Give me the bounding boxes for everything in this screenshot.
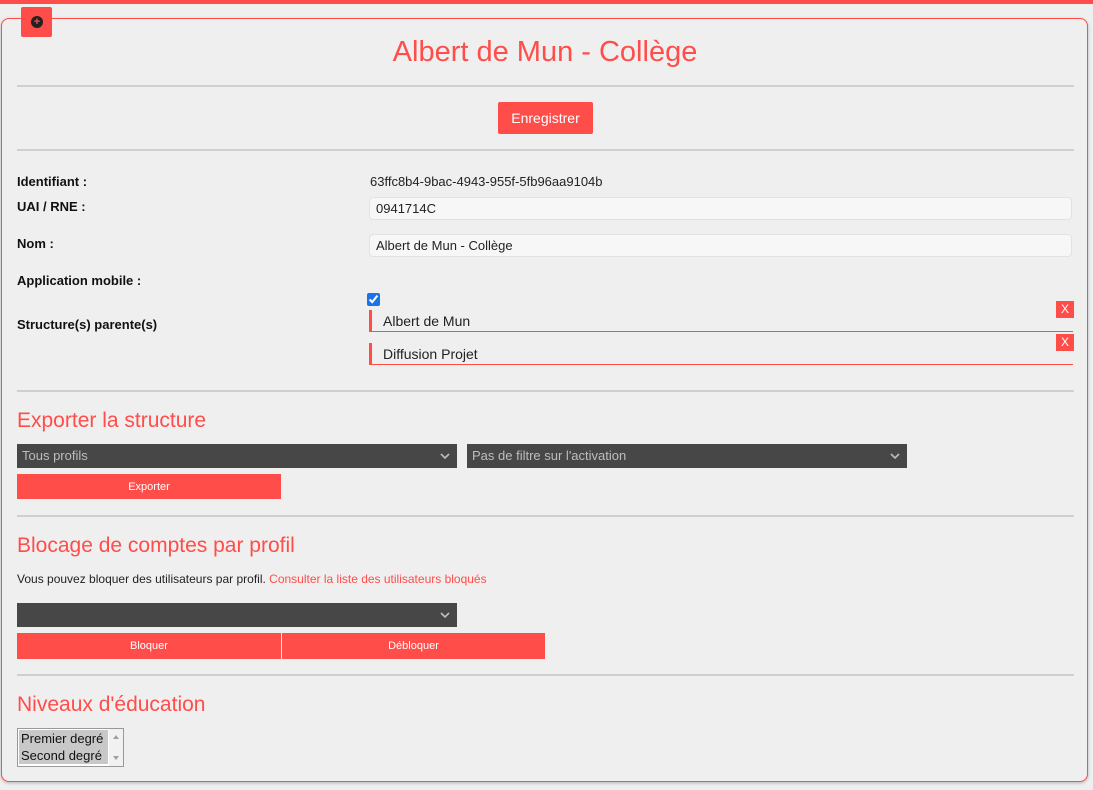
select-value: Pas de filtre sur l'activation	[472, 448, 627, 463]
blocking-description: Vous pouvez bloquer des utilisateurs par…	[17, 572, 487, 586]
nom-input[interactable]	[369, 234, 1072, 257]
blocked-users-link[interactable]: Consulter la liste des utilisateurs bloq…	[269, 572, 486, 586]
export-section-title: Exporter la structure	[17, 409, 207, 432]
parent-structure-item: Albert de Mun X	[369, 301, 1074, 332]
expand-button[interactable]: +	[21, 7, 52, 37]
top-accent-bar	[0, 0, 1093, 4]
divider	[17, 515, 1074, 517]
blocking-description-text: Vous pouvez bloquer des utilisateurs par…	[17, 572, 266, 586]
education-levels-listbox[interactable]: Premier degré Second degré	[17, 728, 124, 767]
divider	[17, 85, 1074, 87]
plus-circle-icon: +	[31, 16, 43, 28]
parent-structure-name: Albert de Mun	[383, 313, 471, 329]
uai-label: UAI / RNE :	[17, 199, 86, 214]
education-level-option[interactable]: Premier degré	[19, 730, 108, 747]
education-level-option[interactable]: Second degré	[19, 747, 108, 764]
blocking-profile-select[interactable]	[17, 603, 457, 627]
scroll-up-icon[interactable]	[113, 735, 119, 739]
mobile-checkbox[interactable]	[367, 293, 380, 306]
id-label: Identifiant :	[17, 174, 88, 189]
parent-structure-name: Diffusion Projet	[383, 346, 478, 362]
divider	[17, 390, 1074, 392]
chevron-down-icon	[890, 453, 900, 460]
mobile-label: Application mobile :	[17, 273, 142, 288]
levels-section-title: Niveaux d'éducation	[17, 693, 206, 716]
save-button[interactable]: Enregistrer	[498, 102, 593, 134]
divider	[17, 149, 1074, 151]
remove-parent-button[interactable]: X	[1056, 334, 1074, 351]
parent-structure-item: Diffusion Projet X	[369, 334, 1074, 365]
page-title: Albert de Mun - Collège	[392, 36, 698, 68]
export-button[interactable]: Exporter	[17, 474, 281, 499]
listbox-scrollbar[interactable]	[109, 729, 123, 766]
select-value: Tous profils	[22, 448, 88, 463]
remove-parent-button[interactable]: X	[1056, 301, 1074, 318]
uai-input[interactable]	[369, 197, 1072, 220]
divider	[17, 674, 1074, 676]
id-value: 63ffc8b4-9bac-4943-955f-5fb96aa9104b	[370, 174, 603, 189]
nom-label: Nom :	[17, 236, 54, 251]
chevron-down-icon	[440, 453, 450, 460]
block-button[interactable]: Bloquer	[17, 633, 281, 659]
blocking-section-title: Blocage de comptes par profil	[17, 534, 295, 557]
scroll-down-icon[interactable]	[113, 756, 119, 760]
chevron-down-icon	[440, 612, 450, 619]
export-profile-select[interactable]: Tous profils	[17, 444, 457, 468]
unblock-button[interactable]: Débloquer	[282, 633, 545, 659]
parents-label: Structure(s) parente(s)	[17, 317, 158, 332]
export-activation-select[interactable]: Pas de filtre sur l'activation	[467, 444, 907, 468]
